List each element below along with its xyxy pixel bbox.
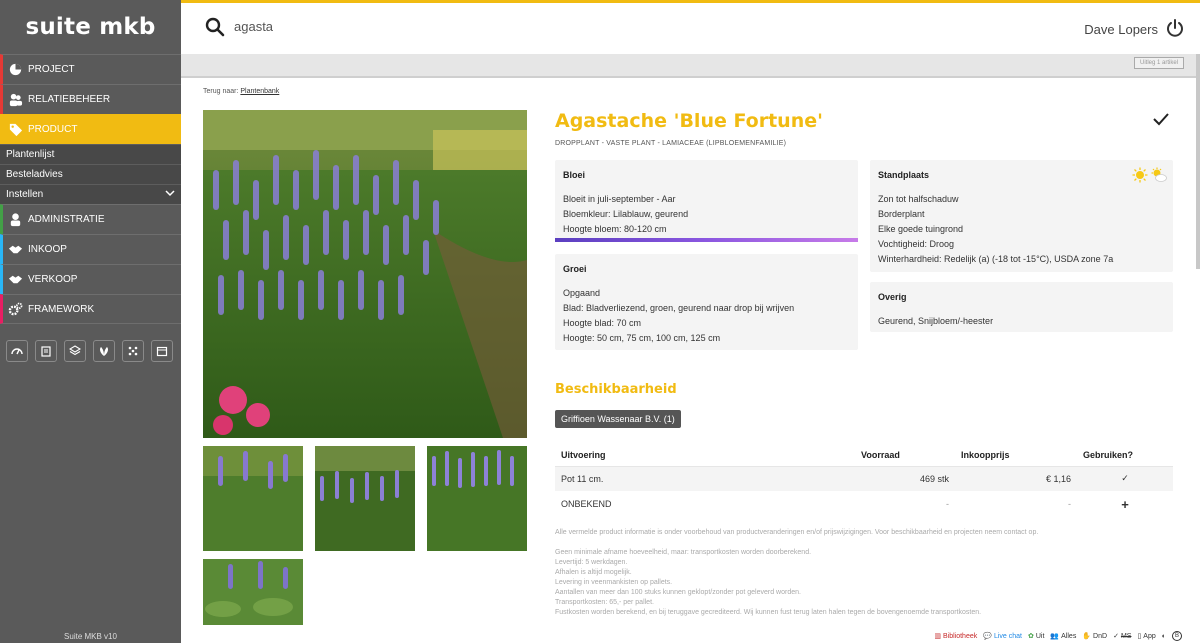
book-icon: ▥ xyxy=(934,633,941,640)
sidebar-subitem-instellen[interactable]: Instellen xyxy=(0,184,181,204)
footer-link-bibliotheek[interactable]: ▥ Bibliotheek xyxy=(934,632,977,641)
half-shade-icon xyxy=(1151,167,1167,188)
layers-icon[interactable] xyxy=(64,340,86,362)
breadcrumb: Terug naar: Plantenbank xyxy=(203,88,280,95)
clipboard-icon[interactable] xyxy=(35,340,57,362)
sidebar-subitem-besteladvies[interactable]: Besteladvies xyxy=(0,164,181,184)
sidebar-toolbar xyxy=(0,324,181,362)
handshake-icon xyxy=(7,272,23,288)
table-header: Uitvoering Voorraad Inkoopprijs Gebruike… xyxy=(555,444,1173,467)
availability-table: Uitvoering Voorraad Inkoopprijs Gebruike… xyxy=(555,444,1173,518)
sidebar-item-label: RELATIEBEHEER xyxy=(28,94,111,105)
flower-color-bar xyxy=(555,238,858,242)
footer-link-livechat[interactable]: 💬 Live chat xyxy=(983,632,1022,641)
people-icon xyxy=(7,92,23,108)
search-icon[interactable] xyxy=(205,17,225,42)
sidebar-item-framework[interactable]: FRAMEWORK xyxy=(0,294,181,324)
sidebar-item-label: PROJECT xyxy=(28,64,75,75)
availability-title: Beschikbaarheid xyxy=(555,382,677,397)
overig-card: Overig Geurend, Snijbloem/-heester xyxy=(870,282,1173,332)
gears-icon xyxy=(7,301,23,317)
footer-link-alles[interactable]: 👥 Alles xyxy=(1050,632,1076,641)
scatter-icon[interactable] xyxy=(122,340,144,362)
table-row: ONBEKEND - - + xyxy=(555,491,1173,518)
leaf-icon[interactable] xyxy=(93,340,115,362)
sidebar-item-relatiebeheer[interactable]: RELATIEBEHEER xyxy=(0,84,181,114)
sidebar-item-label: ADMINISTRATIE xyxy=(28,214,105,225)
use-check-icon[interactable]: ✓ xyxy=(1077,467,1173,491)
sidebar-item-administratie[interactable]: ADMINISTRATIE xyxy=(0,204,181,234)
calendar-icon[interactable] xyxy=(151,340,173,362)
footer-link-uit[interactable]: ✿ Uit xyxy=(1027,632,1044,641)
dashboard-icon[interactable] xyxy=(6,340,28,362)
uitleg-button[interactable]: Uitleg 1 artikel xyxy=(1133,57,1184,69)
handshake-icon xyxy=(7,242,23,258)
scrollbar[interactable] xyxy=(1196,54,1200,269)
product-subtitle: DROPPLANT - VASTE PLANT - LAMIACEAE (LIP… xyxy=(555,140,787,147)
bloei-card: Bloei Bloeit in juli-september - Aar Blo… xyxy=(555,160,858,242)
groei-card: Groei Opgaand Blad: Bladverliezend, groe… xyxy=(555,254,858,350)
footer-link-ms[interactable]: ✓ MS xyxy=(1113,632,1131,641)
breadcrumb-link[interactable]: Plantenbank xyxy=(240,88,279,95)
sidebar-item-label: VERKOOP xyxy=(28,274,78,285)
product-thumbnail-2[interactable] xyxy=(315,446,415,551)
supplier-badge[interactable]: Griffioen Wassenaar B.V. (1) xyxy=(555,410,681,428)
footer-link-dnd[interactable]: ✋ DnD xyxy=(1082,632,1107,641)
check-icon[interactable] xyxy=(1153,112,1169,131)
chat-icon: 💬 xyxy=(983,633,992,640)
chevron-down-icon xyxy=(165,188,175,201)
sidebar-item-label: PRODUCT xyxy=(28,124,78,135)
shield-icon[interactable]: ◐ xyxy=(1162,633,1166,640)
product-photo-main[interactable] xyxy=(203,110,527,438)
bitcoin-icon[interactable]: B xyxy=(1172,631,1182,641)
brand-logo[interactable]: suite mkb xyxy=(0,0,181,54)
footer-links: ▥ Bibliotheek 💬 Live chat ✿ Uit 👥 Alles ✋ DnD… xyxy=(934,631,1182,641)
topbar: Dave Lopers xyxy=(181,0,1200,54)
sidebar-item-inkoop[interactable]: INKOOP xyxy=(0,234,181,264)
sun-icon xyxy=(1132,167,1148,188)
add-plus-icon[interactable]: + xyxy=(1077,491,1173,518)
sidebar-item-label: FRAMEWORK xyxy=(28,303,95,315)
chart-pie-icon xyxy=(7,62,23,78)
product-thumbnail-1[interactable] xyxy=(203,446,303,551)
info-bar: Uitleg 1 artikel xyxy=(181,54,1197,78)
sidebar: suite mkb PROJECT RELATIEBEHEER PRODUCT … xyxy=(0,0,181,643)
sidebar-subitem-plantenlijst[interactable]: Plantenlijst xyxy=(0,144,181,164)
card-heading: Groei xyxy=(563,264,587,274)
hand-icon: ✋ xyxy=(1082,633,1092,640)
user-name[interactable]: Dave Lopers xyxy=(1084,22,1158,37)
app-version: Suite MKB v10 xyxy=(64,632,117,641)
product-thumbnail-4[interactable] xyxy=(203,559,303,625)
tag-icon xyxy=(7,122,23,138)
power-icon[interactable] xyxy=(1165,18,1185,43)
user-icon xyxy=(7,212,23,228)
footer-link-app[interactable]: ▯ App xyxy=(1137,632,1155,641)
card-heading: Bloei xyxy=(563,170,586,180)
card-heading: Standplaats xyxy=(878,170,930,180)
disclaimer: Alle vermelde product informatie is onde… xyxy=(555,529,1039,616)
table-row: Pot 11 cm. 469 stk € 1,16 ✓ xyxy=(555,466,1173,491)
people-icon: 👥 xyxy=(1050,633,1060,640)
sidebar-item-product[interactable]: PRODUCT xyxy=(0,114,181,144)
sidebar-item-label: INKOOP xyxy=(28,244,67,255)
card-heading: Overig xyxy=(878,292,907,302)
phone-icon: ▯ xyxy=(1137,633,1142,640)
sidebar-item-verkoop[interactable]: VERKOOP xyxy=(0,264,181,294)
search-input[interactable] xyxy=(234,19,534,34)
standplaats-card: Standplaats Zon tot halfschaduw Borderpl… xyxy=(870,160,1173,272)
main-content: Terug naar: Plantenbank Agastache 'Blue … xyxy=(181,78,1196,643)
product-thumbnail-3[interactable] xyxy=(427,446,527,551)
check-icon: ✓ xyxy=(1113,633,1119,640)
sidebar-item-project[interactable]: PROJECT xyxy=(0,54,181,84)
product-title: Agastache 'Blue Fortune' xyxy=(555,110,823,132)
leaf-icon: ✿ xyxy=(1027,633,1034,640)
